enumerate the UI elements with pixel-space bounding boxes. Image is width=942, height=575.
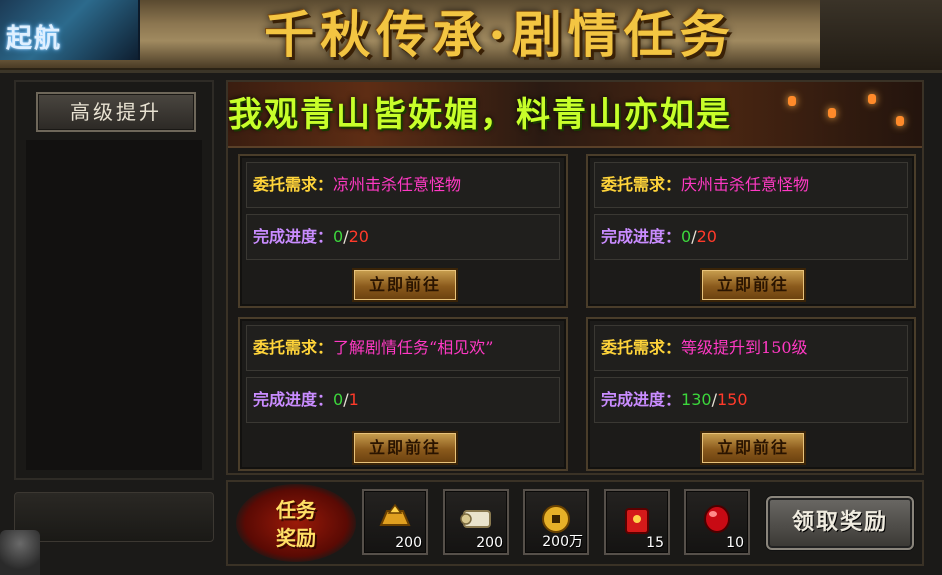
task-card: 委托需求：了解剧情任务“相见欢” 完成进度：0/1 立即前往 [238,317,568,471]
requirement-row: 委托需求：等级提升到150级 [594,325,908,371]
reward-qty: 200万 [542,534,583,550]
sidebar: 高级提升 [14,80,214,480]
page-title: 千秋传承·剧情任务 [264,5,736,64]
red-envelope-icon [625,508,649,534]
requirement-row: 委托需求：庆州击杀任意怪物 [594,162,908,208]
reward-slot[interactable]: 15 [604,489,670,555]
progress-max: 150 [716,390,748,409]
game-logo: 起航 [0,0,140,60]
red-gem-icon [704,505,730,533]
badge-line-2: 奖励 [276,526,316,550]
task-card: 委托需求：等级提升到150级 完成进度：130/150 立即前往 [586,317,916,471]
go-now-button[interactable]: 立即前往 [700,268,806,302]
requirement-label: 委托需求： [253,175,334,194]
go-now-button[interactable]: 立即前往 [352,431,458,465]
reward-qty: 15 [646,535,664,551]
requirement-text: 了解剧情任务“相见欢” [333,338,494,357]
progress-label: 完成进度： [253,390,334,409]
lamp-icon [828,108,836,118]
reward-slot[interactable]: 10 [684,489,750,555]
requirement-row: 委托需求：凉州击杀任意怪物 [246,162,560,208]
progress-row: 完成进度：0/20 [246,214,560,260]
progress-max: 1 [348,390,359,409]
reward-slot[interactable]: 200万 [523,489,589,555]
requirement-row: 委托需求：了解剧情任务“相见欢” [246,325,560,371]
progress-current: 0 [333,390,344,409]
scroll-icon [460,510,491,528]
progress-row: 完成进度：0/1 [246,377,560,423]
sidebar-tab-advanced-upgrade[interactable]: 高级提升 [36,92,196,132]
task-panel: 我观青山皆妩媚，料青山亦如是 委托需求：凉州击杀任意怪物 完成进度：0/20 立… [226,80,924,475]
reward-slot[interactable]: 200 [443,489,509,555]
lamp-icon [896,116,904,126]
gold-ingot-icon [379,503,411,526]
task-reward-badge: 任务 奖励 [236,484,356,562]
reward-qty: 200 [395,535,422,551]
progress-label: 完成进度： [253,227,334,246]
requirement-text: 庆州击杀任意怪物 [681,175,810,194]
progress-row: 完成进度：130/150 [594,377,908,423]
progress-current: 130 [681,390,712,409]
scene-banner: 我观青山皆妩媚，料青山亦如是 [228,82,922,148]
lantern-decoration [0,530,40,575]
task-card: 委托需求：庆州击杀任意怪物 完成进度：0/20 立即前往 [586,154,916,308]
lamp-icon [868,94,876,104]
go-now-button[interactable]: 立即前往 [352,268,458,302]
banner-poem: 我观青山皆妩媚，料青山亦如是 [228,95,732,135]
requirement-label: 委托需求： [601,338,682,357]
sidebar-list [26,140,202,470]
requirement-label: 委托需求： [253,338,334,357]
top-right-decoration [820,0,942,70]
requirement-text: 等级提升到150级 [681,338,808,357]
game-logo-text: 起航 [6,24,63,54]
task-card: 委托需求：凉州击杀任意怪物 完成进度：0/20 立即前往 [238,154,568,308]
progress-current: 0 [681,227,692,246]
progress-current: 0 [333,227,344,246]
progress-row: 完成进度：0/20 [594,214,908,260]
requirement-label: 委托需求： [601,175,682,194]
claim-reward-button[interactable]: 领取奖励 [766,496,914,550]
badge-line-1: 任务 [276,498,316,522]
reward-qty: 200 [476,535,503,551]
reward-qty: 10 [726,535,744,551]
progress-label: 完成进度： [601,390,682,409]
progress-label: 完成进度： [601,227,682,246]
go-now-button[interactable]: 立即前往 [700,431,806,465]
sidebar-ornament [14,492,214,542]
progress-max: 20 [696,227,717,246]
requirement-text: 凉州击杀任意怪物 [333,175,462,194]
reward-slot[interactable]: 200 [362,489,428,555]
progress-max: 20 [348,227,369,246]
